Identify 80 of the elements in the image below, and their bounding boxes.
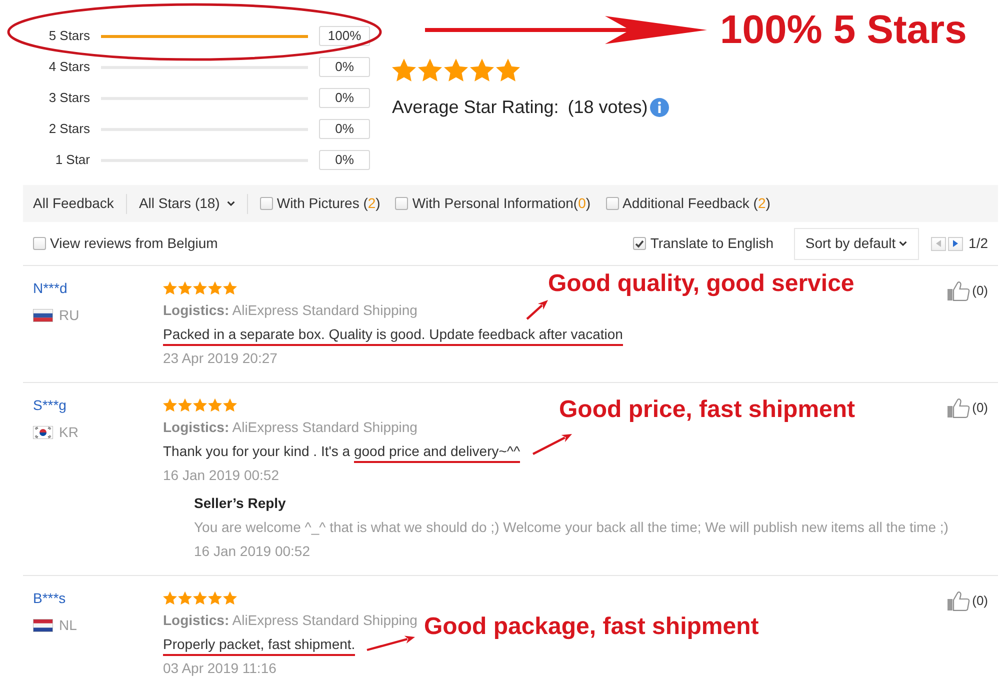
rating-label: 3 Stars [48, 89, 90, 108]
checkbox[interactable] [606, 197, 619, 210]
like-button[interactable]: (0) [947, 591, 988, 611]
reply-title: Seller’s Reply [194, 495, 286, 511]
next-page-button[interactable] [948, 236, 963, 250]
percent-label: 0% [319, 119, 370, 139]
percent-label: 100% [319, 26, 370, 46]
star-icon [223, 398, 237, 412]
review-text: Thank you for your kind . It's a good price and delivery~^^ [163, 443, 520, 463]
star-icon [392, 58, 416, 82]
triangle-right-icon [952, 240, 958, 247]
star-icon [418, 58, 442, 82]
logistics-text: Logistics: AliExpress Standard Shipping [163, 419, 418, 435]
rating-label: 5 Stars [48, 27, 90, 46]
thumbs-up-icon [947, 281, 970, 301]
percent-label: 0% [319, 150, 370, 170]
checkbox-label[interactable]: With Personal Information(0) [412, 193, 591, 214]
star-icon [163, 281, 177, 295]
reviewer-name[interactable]: B***s [33, 590, 66, 606]
caret-icon [898, 241, 907, 246]
checkbox-label[interactable]: Translate to English [650, 233, 774, 254]
percent-label: 0% [319, 57, 370, 77]
country-code: KR [59, 422, 78, 442]
rating-label: 4 Stars [48, 58, 90, 76]
checkbox[interactable] [260, 197, 273, 210]
review-text: Packed in a separate box. Quality is good. Update feedback after vacation [163, 326, 623, 346]
star-icon [223, 281, 237, 295]
star-icon [193, 591, 207, 605]
rating-label: Average Star Rating: [392, 96, 559, 119]
star-icon [193, 398, 207, 412]
logistics-text: Logistics: AliExpress Standard Shipping [163, 302, 418, 318]
country-code: RU [59, 306, 80, 324]
logistics-text: Logistics: AliExpress Standard Shipping [163, 612, 418, 628]
page-indicator: 1/2 [968, 234, 988, 253]
percent-label: 0% [319, 88, 370, 108]
star-icon [208, 281, 222, 295]
sort-dropdown[interactable]: Sort by default [794, 228, 919, 260]
triangle-left-icon [936, 240, 941, 247]
checkbox-label[interactable]: Additional Feedback (2) [622, 193, 770, 214]
star-icon [496, 58, 520, 82]
annotation-text: Good price, fast shipment [559, 397, 856, 424]
review-date: 03 Apr 2019 11:16 [163, 660, 276, 676]
reply-date: 16 Jan 2019 00:52 [194, 543, 310, 559]
caret-icon [226, 201, 235, 206]
checkbox-label[interactable]: View reviews from Belgium [50, 233, 218, 254]
star-icon [178, 398, 192, 412]
reviewer-name[interactable]: N***d [33, 280, 68, 296]
star-icon [178, 591, 192, 605]
star-icon [208, 591, 222, 605]
star-icon [444, 58, 468, 82]
annotation-text: Good package, fast shipment [424, 614, 759, 640]
thumbs-up-icon [947, 398, 970, 418]
checkbox-label[interactable]: With Pictures (2) [276, 193, 380, 214]
like-button[interactable]: (0) [947, 281, 988, 301]
rating-label: 1 Star [54, 151, 90, 170]
rating-label: 2 Stars [48, 120, 90, 138]
star-icon [223, 591, 237, 605]
star-icon [470, 58, 494, 82]
callout-text: 100% 5 Stars [720, 10, 967, 50]
star-icon [178, 281, 192, 295]
star-icon [193, 281, 207, 295]
review-date: 16 Jan 2019 00:52 [163, 467, 279, 483]
thumbs-up-icon [947, 591, 970, 611]
checkbox[interactable] [395, 197, 408, 210]
like-button[interactable]: (0) [947, 398, 988, 418]
feedback-heading: All Feedback [33, 194, 114, 213]
info-icon[interactable] [650, 98, 669, 116]
star-icon [163, 398, 177, 412]
review-date: 23 Apr 2019 20:27 [163, 350, 278, 366]
review-text: Properly packet, fast shipment. [163, 636, 356, 656]
star-filter-dropdown[interactable]: All Stars (18) [138, 193, 235, 214]
checkbox[interactable] [633, 237, 646, 250]
checkbox[interactable] [33, 237, 46, 250]
reviewer-name[interactable]: S***g [33, 397, 66, 413]
star-icon [163, 591, 177, 605]
star-icon [208, 398, 222, 412]
votes-count: (18 votes) [568, 96, 648, 119]
reply-text: You are welcome ^_^ that is what we should do ;) Welcome your back all the time; We will publish new items all the time ;) [194, 519, 948, 535]
annotation-text: Good quality, good service [548, 271, 854, 298]
country-code: NL [59, 616, 77, 634]
